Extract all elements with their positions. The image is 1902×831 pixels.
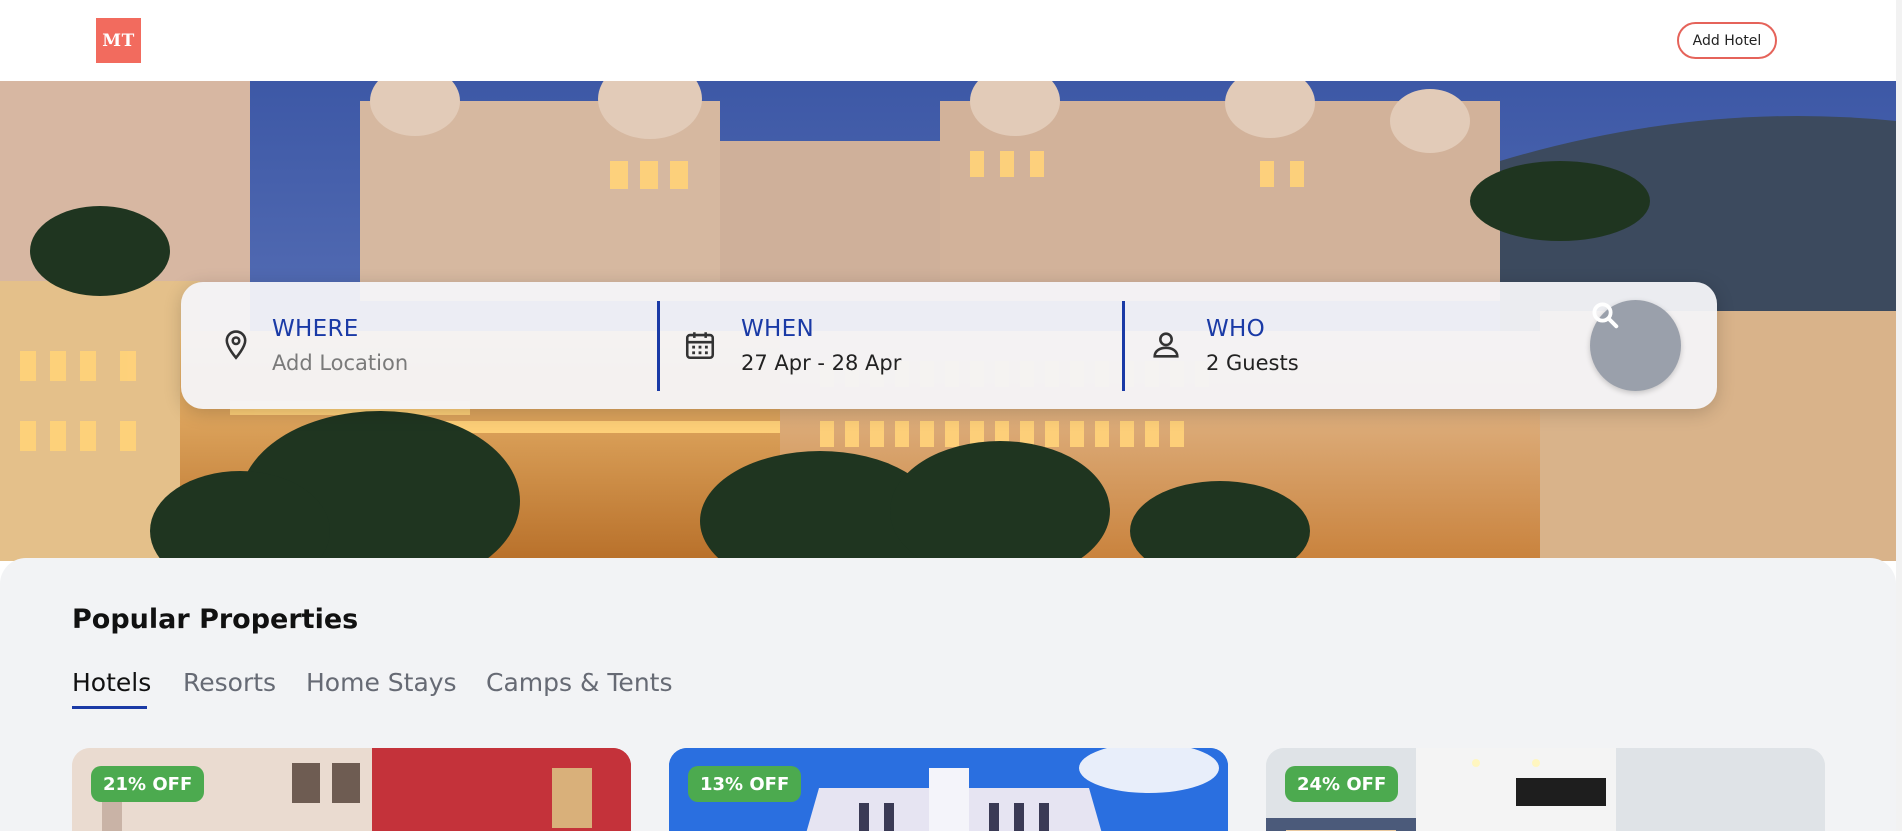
user-icon xyxy=(1153,332,1179,358)
add-hotel-button[interactable]: Add Hotel xyxy=(1677,22,1777,59)
when-field[interactable]: WHEN 27 Apr - 28 Apr xyxy=(660,282,1122,409)
scrollbar-track[interactable] xyxy=(1896,0,1902,831)
search-button[interactable] xyxy=(1590,300,1681,391)
top-header: MT Add Hotel xyxy=(0,0,1902,81)
property-card[interactable]: 13% OFF xyxy=(669,748,1228,831)
section-title: Popular Properties xyxy=(72,604,359,635)
tab-camps-tents[interactable]: Camps & Tents xyxy=(486,668,673,697)
discount-badge: 21% OFF xyxy=(91,766,205,802)
search-panel: WHERE Add Location WHEN 27 Apr - 28 Apr xyxy=(181,282,1717,409)
search-icon xyxy=(1592,302,1619,329)
who-label: WHO xyxy=(1206,316,1266,342)
tab-home-stays[interactable]: Home Stays xyxy=(306,668,457,697)
site-logo[interactable]: MT xyxy=(96,18,141,63)
calendar-icon xyxy=(685,332,715,360)
where-input[interactable]: Add Location xyxy=(272,351,408,375)
property-card[interactable]: 24% OFF xyxy=(1266,748,1825,831)
property-card[interactable]: 21% OFF xyxy=(72,748,631,831)
hero-banner: WHERE Add Location WHEN 27 Apr - 28 Apr xyxy=(0,81,1896,561)
where-label: WHERE xyxy=(272,316,359,342)
tab-resorts[interactable]: Resorts xyxy=(183,668,276,697)
when-label: WHEN xyxy=(741,316,814,342)
when-value[interactable]: 27 Apr - 28 Apr xyxy=(741,351,901,375)
popular-properties-section: Popular Properties Hotels Resorts Home S… xyxy=(0,558,1896,831)
who-value[interactable]: 2 Guests xyxy=(1206,351,1299,375)
active-tab-indicator xyxy=(72,706,147,709)
location-pin-icon xyxy=(225,330,247,360)
who-field[interactable]: WHO 2 Guests xyxy=(1125,282,1565,409)
discount-badge: 13% OFF xyxy=(688,766,802,802)
where-field[interactable]: WHERE Add Location xyxy=(181,282,657,409)
discount-badge: 24% OFF xyxy=(1285,766,1399,802)
tab-hotels[interactable]: Hotels xyxy=(72,668,151,697)
